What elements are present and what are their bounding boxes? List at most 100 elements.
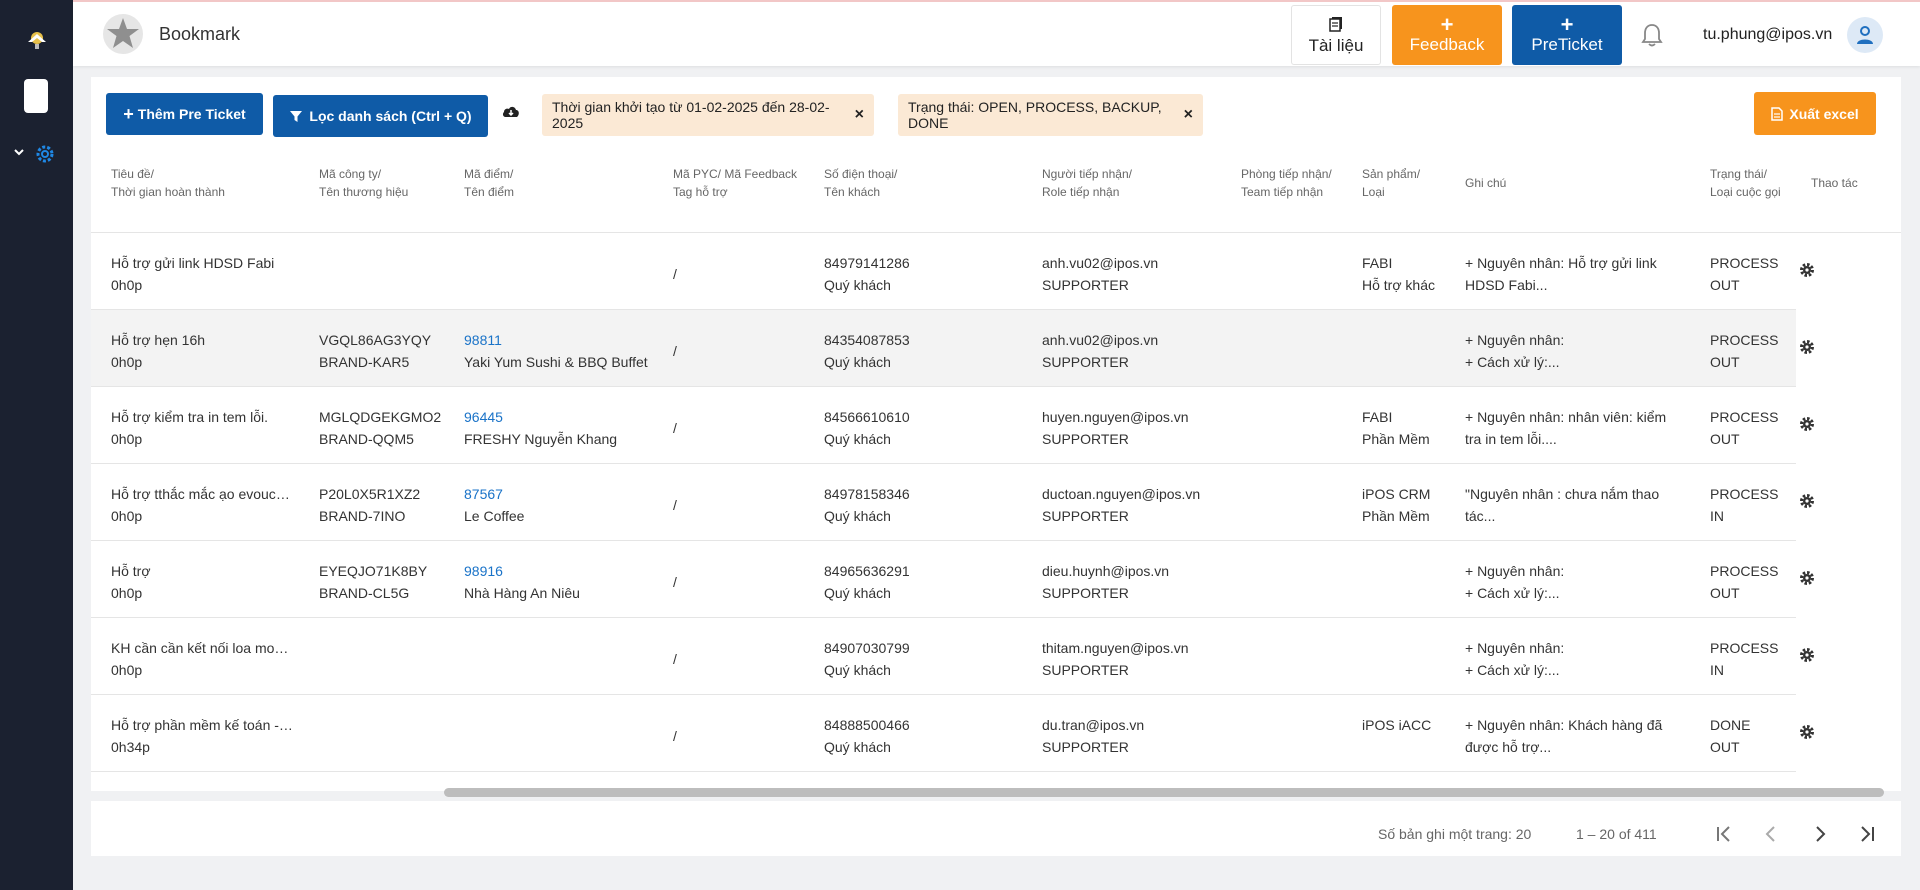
col-status-line2: Loại cuộc gọi <box>1710 185 1781 199</box>
cell-phone-line2: Quý khách <box>824 431 891 447</box>
cell-note: + Nguyên nhân: nhân viên: kiểm tra in tem… <box>1465 406 1690 450</box>
filter-icon <box>290 111 303 122</box>
preticket-label: PreTicket <box>1531 35 1603 54</box>
prev-page-icon[interactable] <box>1758 821 1784 847</box>
row-settings-gear-icon[interactable] <box>1798 338 1816 356</box>
feedback-button[interactable]: + Feedback <box>1392 5 1502 65</box>
cell-pyc: / <box>673 340 793 362</box>
col-product-line2: Loại <box>1362 185 1385 199</box>
cell-company: VGQL86AG3YQY BRAND-KAR5 <box>319 329 449 373</box>
cell-title-line1: Hỗ trợ kiểm tra in tem lỗi. <box>111 409 268 425</box>
cell-phone: 84566610610 Quý khách <box>824 406 1014 450</box>
page-size-select[interactable]: Số bản ghi một trang: 20 <box>1378 826 1531 842</box>
cell-note-line1: + Nguyên nhân: nhân viên: kiểm <box>1465 409 1667 425</box>
col-pyc-line2: Tag hỗ trợ <box>673 185 728 199</box>
row-settings-gear-icon[interactable] <box>1798 492 1816 510</box>
ticket-table: Tiêu đề/Thời gian hoàn thành Mã công ty/… <box>91 151 1901 791</box>
cell-pyc: / <box>673 725 793 747</box>
row-settings-gear-icon[interactable] <box>1798 723 1816 741</box>
export-excel-button[interactable]: Xuất excel <box>1754 92 1876 135</box>
cell-status: PROCESS OUT <box>1710 560 1795 604</box>
pagination: Số bản ghi một trang: 20 1 – 20 of 411 <box>91 801 1901 856</box>
cell-store-line1[interactable]: 98916 <box>464 560 649 582</box>
docs-label: Tài liệu <box>1308 35 1364 55</box>
add-preticket-button[interactable]: + Thêm Pre Ticket <box>106 93 263 135</box>
cell-phone-line1: 84907030799 <box>824 640 910 656</box>
user-email[interactable]: tu.phung@ipos.vn <box>1703 26 1832 44</box>
cell-receiver: du.tran@ipos.vn SUPPORTER <box>1042 714 1232 758</box>
col-pyc[interactable]: Mã PYC/ Mã Feedback Tag hỗ trợ <box>673 165 797 201</box>
cell-phone: 84979141286 Quý khách <box>824 252 1014 296</box>
close-icon[interactable]: × <box>1184 106 1193 124</box>
cell-receiver: anh.vu02@ipos.vn SUPPORTER <box>1042 252 1232 296</box>
cell-title-line1: Hỗ trợ phần mềm kế toán - iACC <box>111 717 296 733</box>
cell-note: + Nguyên nhân: + Cách xử lý:... <box>1465 560 1690 604</box>
app-logo-icon[interactable] <box>22 24 52 54</box>
table-row[interactable]: KH cần cần kết nối loa mobile 0h0p / 849070… <box>91 618 1814 695</box>
cell-note-line2: + Cách xử lý:... <box>1465 585 1560 601</box>
row-settings-gear-icon[interactable] <box>1798 569 1816 587</box>
docs-button[interactable]: Tài liệu <box>1291 5 1381 65</box>
page-range: 1 – 20 of 411 <box>1576 826 1657 842</box>
table-row[interactable]: Hỗ trợ hẹn 16h 0h0p VGQL86AG3YQY BRAND-KAR5… <box>91 310 1814 387</box>
cell-phone: 84888500466 Quý khách <box>824 714 1014 758</box>
cell-company: EYEQJO71K8BY BRAND-CL5G <box>319 560 449 604</box>
col-phone-line1: Số điện thoại/ <box>824 167 898 181</box>
gear-icon[interactable] <box>33 142 57 166</box>
star-icon[interactable] <box>102 13 144 55</box>
row-settings-gear-icon[interactable] <box>1798 415 1816 433</box>
col-receiver[interactable]: Người tiếp nhận/Role tiếp nhận <box>1042 165 1132 201</box>
last-page-icon[interactable] <box>1854 821 1880 847</box>
cell-status-line2: IN <box>1710 508 1724 524</box>
col-status-line1: Trạng thái/ <box>1710 167 1767 181</box>
table-row[interactable]: Hỗ trợ kiểm tra in tem lỗi. 0h0p MGLQDGEKG… <box>91 387 1814 464</box>
cell-note: + Nguyên nhân: + Cách xử lý:... <box>1465 637 1690 681</box>
chevron-down-icon[interactable] <box>12 145 26 159</box>
cell-phone-line1: 84978158346 <box>824 486 910 502</box>
next-page-icon[interactable] <box>1807 821 1833 847</box>
col-department-line2: Team tiếp nhận <box>1241 185 1324 199</box>
col-phone[interactable]: Số điện thoại/Tên khách <box>824 165 897 201</box>
avatar[interactable] <box>1847 17 1883 53</box>
cell-store-line1[interactable]: 96445 <box>464 406 649 428</box>
table-row[interactable]: Hỗ trợ gửi link HDSD Fabi 0h0p / 8497914128… <box>91 233 1814 310</box>
cell-status-line2: IN <box>1710 662 1724 678</box>
cell-store-line1[interactable]: 87567 <box>464 483 649 505</box>
table-row[interactable]: Hỗ trợ phần mềm kế toán - iACC 0h34p / 8488… <box>91 695 1814 772</box>
preticket-button[interactable]: + PreTicket <box>1512 5 1622 65</box>
sidebar-menu-item[interactable] <box>24 79 48 113</box>
cell-title: Hỗ trợ gửi link HDSD Fabi 0h0p <box>111 252 296 296</box>
bell-icon[interactable] <box>1640 22 1664 48</box>
filter-chip-status: Trạng thái: OPEN, PROCESS, BACKUP, DONE … <box>898 94 1203 136</box>
col-note[interactable]: Ghi chú <box>1465 174 1506 192</box>
col-title[interactable]: Tiêu đề/Thời gian hoàn thành <box>111 165 225 201</box>
col-store[interactable]: Mã điểm/Tên điểm <box>464 165 514 201</box>
cell-store: 98811 Yaki Yum Sushi & BBQ Buffet <box>464 329 649 373</box>
col-company[interactable]: Mã công ty/Tên thương hiệu <box>319 165 408 201</box>
cell-product: FABI Hỗ trợ khác <box>1362 252 1457 296</box>
cell-store-line1[interactable]: 98811 <box>464 329 649 351</box>
cloud-download-icon[interactable] <box>501 102 521 122</box>
row-settings-gear-icon[interactable] <box>1798 261 1816 279</box>
cell-title: KH cần cần kết nối loa mobile 0h0p <box>111 637 296 681</box>
cell-company-line2: BRAND-CL5G <box>319 585 410 601</box>
cell-status-line1: PROCESS <box>1710 332 1779 348</box>
toolbar: + Thêm Pre Ticket Lọc danh sách (Ctrl + … <box>91 77 1901 151</box>
row-settings-gear-icon[interactable] <box>1798 646 1816 664</box>
col-department[interactable]: Phòng tiếp nhận/Team tiếp nhận <box>1241 165 1332 201</box>
filter-button[interactable]: Lọc danh sách (Ctrl + Q) <box>273 95 488 137</box>
cell-title: Hỗ trợ kiểm tra in tem lỗi. 0h0p <box>111 406 296 450</box>
table-row[interactable]: Hỗ trợ 0h0p EYEQJO71K8BY BRAND-CL5G 98916 Nhà… <box>91 541 1814 618</box>
cell-status: DONE OUT <box>1710 714 1795 758</box>
table-row[interactable]: Hỗ trợ tthắc mắc ạo evoucher 0h0p P20L0X5R… <box>91 464 1814 541</box>
cell-product: iPOS iACC <box>1362 714 1457 736</box>
col-status[interactable]: Trạng thái/Loại cuộc gọi <box>1710 165 1781 201</box>
cell-title-line1: Hỗ trợ hẹn 16h <box>111 332 206 348</box>
first-page-icon[interactable] <box>1711 821 1737 847</box>
close-icon[interactable]: × <box>855 106 864 124</box>
cell-receiver-line2: SUPPORTER <box>1042 508 1129 524</box>
col-product[interactable]: Sản phẩm/Loại <box>1362 165 1420 201</box>
filter-chip-time: Thời gian khởi tạo từ 01-02-2025 đến 28-… <box>542 94 874 136</box>
horizontal-scrollbar[interactable] <box>444 788 1884 797</box>
cell-title-line1: Hỗ trợ <box>111 563 151 579</box>
